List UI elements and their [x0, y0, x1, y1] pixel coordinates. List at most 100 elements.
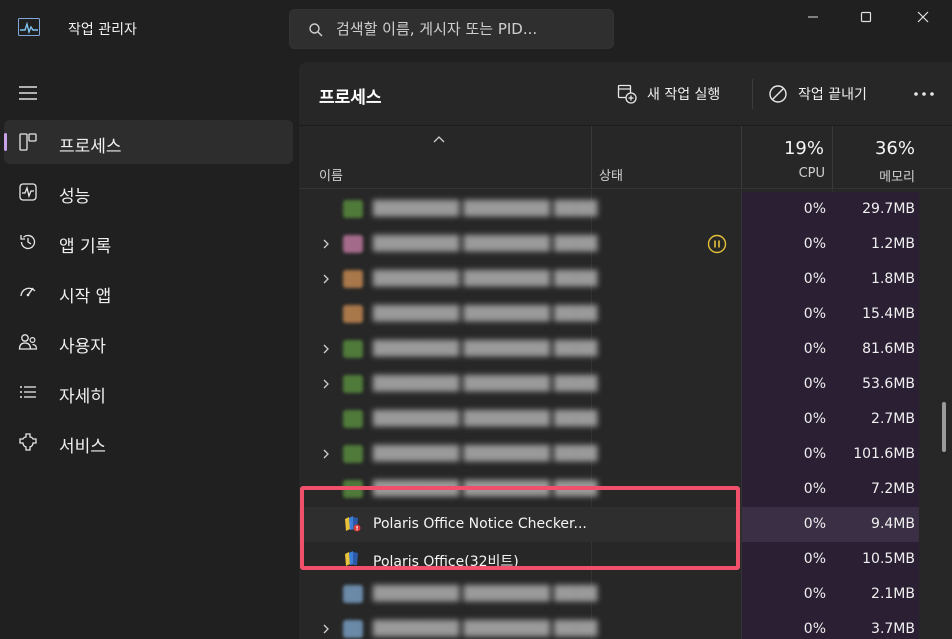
- sidebar-item-startup-apps[interactable]: 시작 앱: [4, 270, 293, 314]
- title-bar: 작업 관리자: [0, 0, 952, 60]
- process-name: ████████ ████████ ████: [373, 376, 598, 392]
- column-divider: [591, 126, 592, 189]
- memory-value: 101.6MB: [853, 446, 915, 462]
- table-row[interactable]: ████████ ████████ ████ 0% 1.2MB: [299, 227, 939, 262]
- table-row[interactable]: ████████ ████████ ████ 0% 29.7MB: [299, 192, 939, 227]
- table-row[interactable]: ████████ ████████ ████ 0% 3.7MB: [299, 612, 939, 639]
- column-memory-header[interactable]: 메모리: [833, 166, 915, 185]
- table-row[interactable]: ████████ ████████ ████ 0% 2.1MB: [299, 577, 939, 612]
- hamburger-menu-icon[interactable]: [17, 85, 39, 101]
- cpu-value: 0%: [803, 236, 826, 252]
- sidebar-item-label: 프로세스: [59, 137, 122, 157]
- history-icon: [20, 234, 36, 250]
- cpu-value: 0%: [803, 411, 826, 427]
- column-status-header[interactable]: 상태: [599, 165, 623, 184]
- sort-ascending-icon[interactable]: [432, 134, 446, 144]
- memory-value: 1.2MB: [871, 236, 915, 252]
- page-title: 프로세스: [319, 88, 382, 108]
- task-manager-app-icon: [18, 18, 40, 36]
- table-row[interactable]: ████████ ████████ ████ 0% 15.4MB: [299, 297, 939, 332]
- cpu-value: 0%: [803, 271, 826, 287]
- active-indicator: [4, 133, 7, 151]
- table-row[interactable]: ████████ ████████ ████ 0% 81.6MB: [299, 332, 939, 367]
- end-task-button[interactable]: 작업 끝내기: [768, 80, 867, 108]
- expand-chevron-icon[interactable]: [321, 343, 331, 355]
- process-icon: [343, 375, 363, 393]
- memory-value: 3.7MB: [871, 621, 915, 637]
- sidebar-item-label: 서비스: [59, 437, 106, 457]
- run-new-task-icon: [617, 84, 637, 104]
- process-icon: [343, 445, 363, 463]
- run-new-task-button[interactable]: 새 작업 실행: [617, 80, 720, 108]
- process-icon: [343, 305, 363, 323]
- vertical-scrollbar[interactable]: [942, 402, 946, 452]
- sidebar-item-label: 자세히: [59, 387, 106, 407]
- table-row[interactable]: ████████ ████████ ████ 0% 101.6MB: [299, 437, 939, 472]
- sidebar: 프로세스 성능 앱 기록 시작 앱 사용자 자세히 서비스: [0, 60, 298, 639]
- process-name: ████████ ████████ ████: [373, 411, 598, 427]
- cpu-value: 0%: [803, 586, 826, 602]
- cpu-value: 0%: [803, 621, 826, 637]
- close-button[interactable]: [900, 0, 946, 34]
- sidebar-item-users[interactable]: 사용자: [4, 320, 293, 364]
- table-row[interactable]: ████████ ████████ ████ 0% 1.8MB: [299, 262, 939, 297]
- memory-value: 9.4MB: [871, 516, 915, 532]
- sidebar-item-label: 시작 앱: [59, 287, 112, 307]
- expand-chevron-icon[interactable]: [321, 448, 331, 460]
- sidebar-item-performance[interactable]: 성능: [4, 170, 293, 214]
- process-name: ████████ ████████ ████: [373, 306, 598, 322]
- memory-value: 15.4MB: [862, 306, 915, 322]
- memory-value: 2.7MB: [871, 411, 915, 427]
- sidebar-item-label: 성능: [59, 187, 91, 207]
- cpu-value: 0%: [803, 481, 826, 497]
- suspended-status-icon: [707, 234, 727, 254]
- expand-chevron-icon[interactable]: [321, 378, 331, 390]
- maximize-button[interactable]: [843, 0, 889, 34]
- process-icon: [343, 200, 363, 218]
- process-name: ████████ ████████ ████: [373, 341, 598, 357]
- cpu-value: 0%: [803, 516, 826, 532]
- process-name: ████████ ████████ ████: [373, 446, 598, 462]
- column-cpu-header[interactable]: CPU: [742, 166, 825, 181]
- memory-value: 7.2MB: [871, 481, 915, 497]
- expand-chevron-icon[interactable]: [321, 238, 331, 250]
- sidebar-item-app-history[interactable]: 앱 기록: [4, 220, 293, 264]
- process-name: ████████ ████████ ████: [373, 271, 598, 287]
- end-task-icon: [769, 85, 787, 103]
- table-row[interactable]: ████████ ████████ ████ 0% 53.6MB: [299, 367, 939, 402]
- process-name: ████████ ████████ ████: [373, 621, 598, 637]
- panel-header: 프로세스 새 작업 실행 작업 끝내기: [299, 62, 952, 126]
- cpu-value: 0%: [803, 201, 826, 217]
- search-box[interactable]: [289, 9, 614, 49]
- column-name-header[interactable]: 이름: [319, 165, 343, 184]
- memory-total-percent: 36%: [874, 138, 915, 159]
- close-icon: [917, 11, 929, 23]
- process-name: ████████ ████████ ████: [373, 236, 598, 252]
- cpu-total-percent: 19%: [783, 138, 824, 159]
- memory-value: 2.1MB: [871, 586, 915, 602]
- performance-icon: [19, 183, 37, 201]
- expand-chevron-icon[interactable]: [321, 273, 331, 285]
- sidebar-item-processes[interactable]: 프로세스: [4, 120, 293, 164]
- sidebar-item-services[interactable]: 서비스: [4, 420, 293, 464]
- table-row[interactable]: ████████ ████████ ████ 0% 2.7MB: [299, 402, 939, 437]
- minimize-icon: [808, 16, 818, 18]
- cpu-value: 0%: [803, 376, 826, 392]
- cpu-value: 0%: [803, 551, 826, 567]
- memory-value: 29.7MB: [862, 201, 915, 217]
- services-icon: [19, 433, 37, 451]
- cpu-value: 0%: [803, 306, 826, 322]
- cpu-value: 0%: [803, 446, 826, 462]
- details-icon: [20, 386, 36, 398]
- process-icon: [343, 270, 363, 288]
- minimize-button[interactable]: [790, 0, 836, 34]
- expand-chevron-icon[interactable]: [321, 623, 331, 635]
- task-manager-window: 작업 관리자 검색할 이름, 게시자 또는 PID... 프로세스 성능 앱 기…: [0, 0, 952, 639]
- more-options-icon[interactable]: [909, 82, 939, 106]
- sidebar-item-details[interactable]: 자세히: [4, 370, 293, 414]
- search-input[interactable]: [336, 10, 606, 48]
- app-title: 작업 관리자: [68, 22, 137, 38]
- run-new-task-label: 새 작업 실행: [647, 87, 721, 103]
- end-task-label: 작업 끝내기: [798, 87, 867, 103]
- process-list: ████████ ████████ ████ 0% 29.7MB ████████ █…: [299, 190, 952, 639]
